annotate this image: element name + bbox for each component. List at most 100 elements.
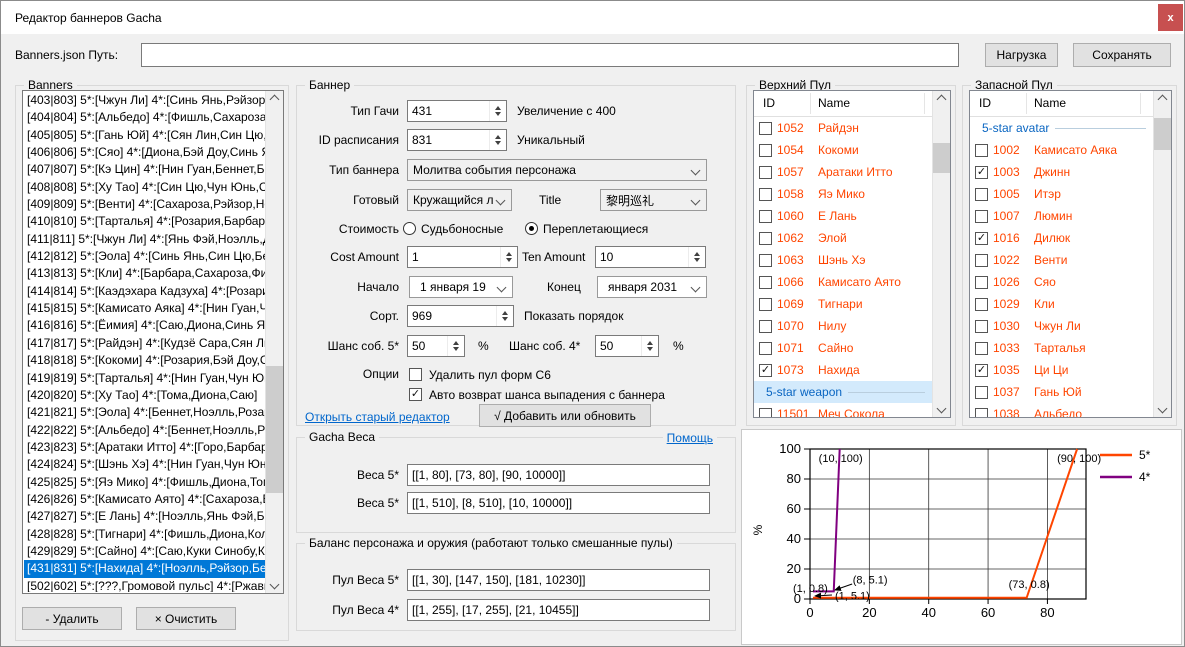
sort-spinner[interactable]: 969: [407, 305, 514, 327]
banner-list-item[interactable]: [426|826] 5*:[Камисато Аято] 4*:[Сахароз…: [24, 491, 265, 508]
spinner-arrows-icon[interactable]: [489, 130, 506, 150]
pool-item-row[interactable]: ✓1029Кли: [970, 293, 1154, 315]
banner-list-item[interactable]: [422|822] 5*:[Альбедо] 4*:[Беннет,Ноэлль…: [24, 422, 265, 439]
cost-amount-spinner[interactable]: 1: [407, 246, 518, 268]
pool-item-checkbox[interactable]: ✓: [759, 188, 772, 201]
scroll-up-icon[interactable]: [933, 91, 950, 108]
upper-pool-scrollbar-thumb[interactable]: [933, 143, 950, 173]
banner-list-item[interactable]: [410|810] 5*:[Тарталья] 4*:[Розария,Барб…: [24, 213, 265, 230]
banner-list-item[interactable]: [411|811] 5*:[Чжун Ли] 4*:[Янь Фэй,Ноэлл…: [24, 231, 265, 248]
banner-list-item[interactable]: [420|820] 5*:[Ху Тао] 4*:[Тома,Диона,Саю…: [24, 387, 265, 404]
weights5-input[interactable]: [[1, 80], [73, 80], [90, 10000]]: [407, 464, 710, 486]
pool-item-row[interactable]: ✓11501Меч Сокола: [754, 403, 933, 417]
pool-item-checkbox[interactable]: ✓: [759, 320, 772, 333]
help-link[interactable]: Помощь: [663, 431, 717, 445]
start-date-combo[interactable]: 1 января 19: [409, 276, 513, 298]
column-header-id[interactable]: ID: [979, 96, 991, 110]
banner-list-item[interactable]: [405|805] 5*:[Гань Юй] 4*:[Сян Лин,Син Ц…: [24, 127, 265, 144]
close-button[interactable]: x: [1158, 4, 1183, 31]
ten-amount-spinner[interactable]: 10: [595, 246, 706, 268]
open-old-editor-link[interactable]: Открыть старый редактор: [305, 410, 450, 424]
spinner-arrows-icon[interactable]: [500, 247, 517, 267]
banner-list-item[interactable]: [403|803] 5*:[Чжун Ли] 4*:[Синь Янь,Рэйз…: [24, 92, 265, 109]
pool-item-row[interactable]: ✓1063Шэнь Хэ: [754, 249, 933, 271]
pool-item-checkbox[interactable]: ✓: [975, 386, 988, 399]
column-header-id[interactable]: ID: [763, 96, 775, 110]
auto-return-chance-checkbox[interactable]: ✓: [409, 388, 422, 401]
pool-item-checkbox[interactable]: ✓: [975, 188, 988, 201]
scroll-down-icon[interactable]: [933, 400, 950, 417]
fate-radio[interactable]: [403, 222, 416, 235]
delete-banner-button[interactable]: - Удалить: [22, 607, 122, 630]
gacha-type-spinner[interactable]: 431: [407, 100, 507, 122]
pool-item-checkbox[interactable]: ✓: [759, 276, 772, 289]
banner-list-item[interactable]: [502|602] 5*:[???,Громовой пульс] 4*:[Рж…: [24, 578, 265, 592]
spinner-arrows-icon[interactable]: [641, 336, 658, 356]
pool-item-row[interactable]: ✓1007Люмин: [970, 205, 1154, 227]
pool-item-checkbox[interactable]: ✓: [975, 254, 988, 267]
pool-item-checkbox[interactable]: ✓: [975, 166, 988, 179]
upper-pool-listview[interactable]: ID Name ✓1052Райдэн✓1054Кокоми✓1057Арата…: [753, 90, 951, 418]
pool-item-row[interactable]: ✓1073Нахида: [754, 359, 933, 381]
banner-list-item[interactable]: [425|825] 5*:[Яэ Мико] 4*:[Фишль,Диона,Т…: [24, 474, 265, 491]
banner-list-item[interactable]: [414|814] 5*:[Каэдэхара Кадзуха] 4*:[Роз…: [24, 283, 265, 300]
pool-item-row[interactable]: ✓1058Яэ Мико: [754, 183, 933, 205]
banner-list-item[interactable]: [417|817] 5*:[Райдэн] 4*:[Кудзё Сара,Сян…: [24, 335, 265, 352]
prefab-combo[interactable]: Кружащийся л: [407, 189, 512, 211]
add-or-update-button[interactable]: √ Добавить или обновить: [479, 404, 651, 427]
column-header-name[interactable]: Name: [1034, 96, 1066, 110]
pool-item-checkbox[interactable]: ✓: [975, 232, 988, 245]
scroll-up-icon[interactable]: [266, 91, 283, 108]
pool-item-row[interactable]: ✓1062Элой: [754, 227, 933, 249]
weights5b-input[interactable]: [[1, 510], [8, 510], [10, 10000]]: [407, 492, 710, 514]
banner-list-item[interactable]: [428|828] 5*:[Тигнари] 4*:[Фишль,Диона,К…: [24, 526, 265, 543]
banner-list-item[interactable]: [419|819] 5*:[Тарталья] 4*:[Нин Гуан,Чун…: [24, 370, 265, 387]
pool-item-checkbox[interactable]: ✓: [759, 122, 772, 135]
pool-item-row[interactable]: ✓1066Камисато Аято: [754, 271, 933, 293]
pool-item-row[interactable]: ✓1054Кокоми: [754, 139, 933, 161]
pool-item-row[interactable]: ✓1071Сайно: [754, 337, 933, 359]
upper-pool-scrollbar[interactable]: [932, 91, 950, 417]
remove-s6-pool-checkbox[interactable]: ✓: [409, 368, 422, 381]
load-button[interactable]: Нагрузка: [985, 43, 1058, 67]
banner-list-item[interactable]: [431|831] 5*:[Нахида] 4*:[Ноэлль,Рэйзор,…: [24, 560, 265, 577]
pool-item-checkbox[interactable]: ✓: [759, 166, 772, 179]
clear-banners-button[interactable]: × Очистить: [136, 607, 236, 630]
pool-item-row[interactable]: ✓1057Аратаки Итто: [754, 161, 933, 183]
scroll-down-icon[interactable]: [266, 576, 283, 593]
pool-item-checkbox[interactable]: ✓: [975, 408, 988, 418]
banner-list-item[interactable]: [427|827] 5*:[Е Лань] 4*:[Ноэлль,Янь Фэй…: [24, 508, 265, 525]
banner-list-item[interactable]: [423|823] 5*:[Аратаки Итто] 4*:[Горо,Бар…: [24, 439, 265, 456]
banner-list-item[interactable]: [409|809] 5*:[Венти] 4*:[Сахароза,Рэйзор…: [24, 196, 265, 213]
pool-item-checkbox[interactable]: ✓: [975, 144, 988, 157]
pool-item-row[interactable]: ✓1035Ци Ци: [970, 359, 1154, 381]
pool-item-checkbox[interactable]: ✓: [759, 408, 772, 418]
pool-item-checkbox[interactable]: ✓: [759, 144, 772, 157]
pool-item-row[interactable]: ✓1002Камисато Аяка: [970, 139, 1154, 161]
banner-list-item[interactable]: [406|806] 5*:[Сяо] 4*:[Диона,Бэй Доу,Син…: [24, 144, 265, 161]
banner-list-item[interactable]: [404|804] 5*:[Альбедо] 4*:[Фишль,Сахароз…: [24, 109, 265, 126]
banner-list-item[interactable]: [418|818] 5*:[Кокоми] 4*:[Розария,Бэй До…: [24, 352, 265, 369]
chance4-spinner[interactable]: 50: [595, 335, 659, 357]
pool-item-row[interactable]: ✓1026Сяо: [970, 271, 1154, 293]
spinner-arrows-icon[interactable]: [496, 306, 513, 326]
pool-item-row[interactable]: ✓1005Итэр: [970, 183, 1154, 205]
pool-item-row[interactable]: ✓1033Тарталья: [970, 337, 1154, 359]
end-date-combo[interactable]: января 2031: [597, 276, 707, 298]
reserve-pool-scrollbar[interactable]: [1153, 91, 1171, 417]
banner-list-item[interactable]: [407|807] 5*:[Кэ Цин] 4*:[Нин Гуан,Бенне…: [24, 161, 265, 178]
title-combo[interactable]: 黎明巡礼: [600, 189, 707, 211]
banner-list-item[interactable]: [413|813] 5*:[Кли] 4*:[Барбара,Сахароза,…: [24, 265, 265, 282]
chance5-spinner[interactable]: 50: [407, 335, 465, 357]
pool-item-checkbox[interactable]: ✓: [975, 364, 988, 377]
banner-list-item[interactable]: [416|816] 5*:[Ёимия] 4*:[Саю,Диона,Синь …: [24, 317, 265, 334]
save-button[interactable]: Сохранять: [1073, 43, 1171, 67]
pool-item-checkbox[interactable]: ✓: [759, 298, 772, 311]
pool-item-checkbox[interactable]: ✓: [975, 320, 988, 333]
scroll-down-icon[interactable]: [1154, 400, 1171, 417]
schedule-id-spinner[interactable]: 831: [407, 129, 507, 151]
column-header-name[interactable]: Name: [818, 96, 850, 110]
pool-item-row[interactable]: ✓1052Райдэн: [754, 117, 933, 139]
pool-item-checkbox[interactable]: ✓: [975, 210, 988, 223]
pool-item-row[interactable]: ✓1038Альбедо: [970, 403, 1154, 417]
